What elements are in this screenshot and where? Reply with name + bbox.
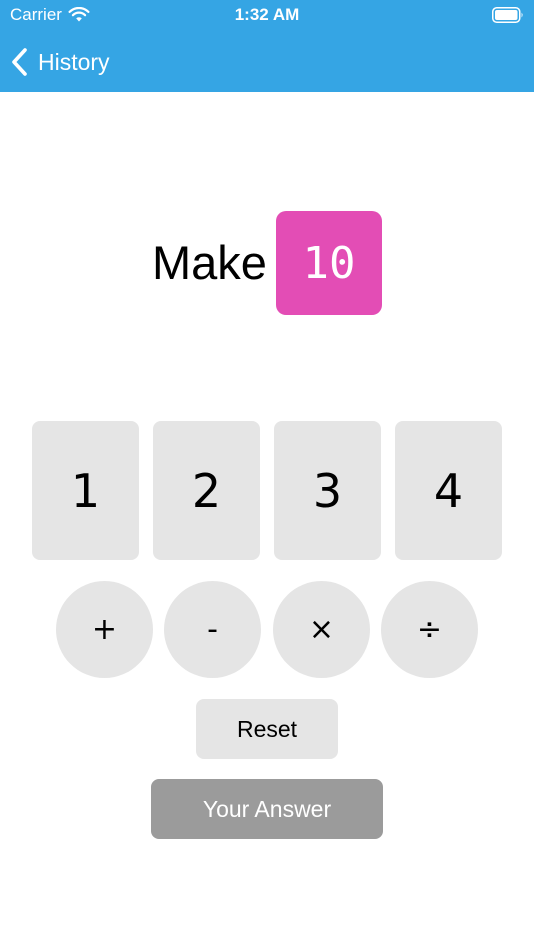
reset-button[interactable]: Reset (196, 699, 338, 759)
navigation-bar: History (0, 32, 534, 92)
battery-icon (492, 7, 523, 23)
multiply-operator-button[interactable]: × (273, 581, 370, 678)
target-number-badge: 10 (276, 211, 382, 315)
header: Carrier 1:32 AM History (0, 0, 534, 92)
clock: 1:32 AM (234, 5, 300, 24)
back-button-label: History (38, 48, 110, 75)
target-row: Make 10 (0, 211, 534, 315)
divide-operator-button[interactable]: ÷ (381, 581, 478, 678)
number-card-2[interactable]: 2 (153, 421, 260, 560)
number-card-4[interactable]: 4 (395, 421, 502, 560)
subtract-operator-button[interactable]: - (164, 581, 261, 678)
number-card-3[interactable]: 3 (274, 421, 381, 560)
your-answer-button[interactable]: Your Answer (151, 779, 383, 839)
add-operator-button[interactable]: + (56, 581, 153, 678)
back-button[interactable]: History (8, 42, 110, 82)
chevron-left-icon (12, 48, 27, 76)
make-label: Make (152, 236, 267, 289)
status-bar: Carrier 1:32 AM (0, 0, 534, 30)
number-card-1[interactable]: 1 (32, 421, 139, 560)
